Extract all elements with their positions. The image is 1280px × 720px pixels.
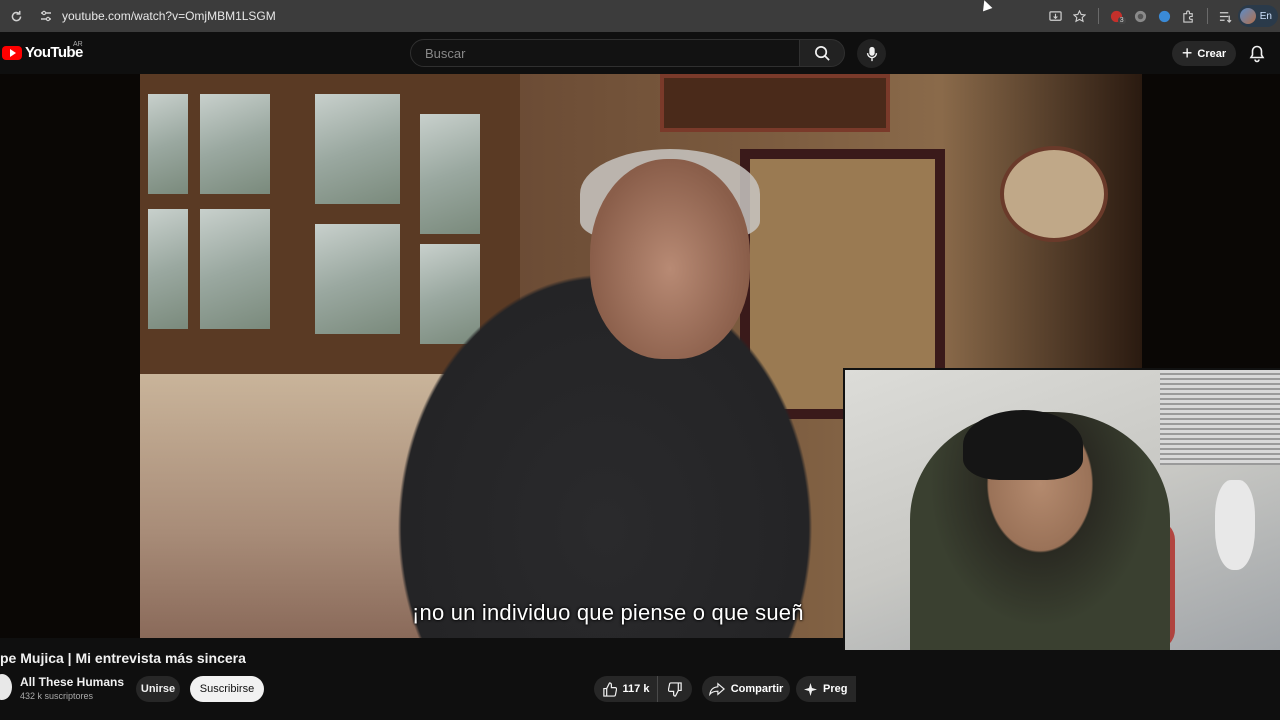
notifications-button[interactable] bbox=[1245, 42, 1269, 66]
url-text[interactable]: youtube.com/watch?v=OmjMBM1LSGM bbox=[62, 9, 276, 23]
extension-badge: 3 bbox=[1117, 17, 1126, 24]
share-button[interactable]: Compartir bbox=[702, 676, 790, 702]
like-dislike-group: 117 k bbox=[594, 676, 692, 702]
webcam-overlay bbox=[843, 368, 1280, 650]
install-app-icon[interactable] bbox=[1044, 0, 1068, 32]
channel-avatar[interactable] bbox=[0, 674, 12, 700]
video-title: pe Mujica | Mi entrevista más sincera bbox=[0, 650, 246, 666]
youtube-play-icon bbox=[2, 45, 22, 60]
reload-icon[interactable] bbox=[0, 0, 32, 32]
video-subtitle: ¡no un individuo que piense o que sueñ bbox=[412, 600, 804, 625]
search-button[interactable] bbox=[799, 39, 845, 67]
like-button[interactable]: 117 k bbox=[594, 676, 658, 702]
divider bbox=[1206, 8, 1208, 24]
create-button[interactable]: + Crear bbox=[1172, 41, 1236, 66]
extension-blue-icon[interactable] bbox=[1153, 0, 1177, 32]
join-button[interactable]: Unirse bbox=[136, 676, 180, 702]
voice-search-button[interactable] bbox=[857, 39, 886, 68]
site-settings-icon[interactable] bbox=[38, 8, 54, 24]
video-info: pe Mujica | Mi entrevista más sincera Al… bbox=[0, 638, 856, 720]
browser-toolbar: youtube.com/watch?v=OmjMBM1LSGM 3 En bbox=[0, 0, 1280, 32]
guitar bbox=[1215, 480, 1255, 570]
plus-icon: + bbox=[1181, 42, 1193, 63]
create-label: Crear bbox=[1197, 47, 1227, 60]
browser-actions: 3 En bbox=[1044, 0, 1280, 32]
share-label: Compartir bbox=[730, 683, 784, 695]
wall-shelf bbox=[660, 74, 890, 132]
search-icon bbox=[814, 45, 830, 61]
like-count: 117 k bbox=[622, 683, 650, 695]
country-code: AR bbox=[73, 41, 83, 48]
dislike-button[interactable] bbox=[658, 676, 692, 702]
extension-adblock-icon[interactable]: 3 bbox=[1105, 0, 1129, 32]
decorative-plate bbox=[1000, 146, 1108, 242]
youtube-logo[interactable]: YouTube AR bbox=[2, 41, 83, 61]
thumbs-down-icon bbox=[667, 681, 682, 697]
profile-button[interactable]: En bbox=[1237, 5, 1278, 27]
window-blinds bbox=[1160, 370, 1280, 465]
search-box bbox=[410, 39, 800, 67]
divider bbox=[1097, 8, 1099, 24]
address-bar[interactable]: youtube.com/watch?v=OmjMBM1LSGM bbox=[38, 4, 276, 28]
share-icon bbox=[708, 682, 725, 696]
extensions-puzzle-icon[interactable] bbox=[1177, 0, 1201, 32]
ask-button[interactable]: Preg bbox=[796, 676, 856, 702]
subscriber-count: 432 k suscriptores bbox=[20, 691, 94, 701]
bookmark-star-icon[interactable] bbox=[1068, 0, 1092, 32]
sparkle-icon bbox=[804, 682, 817, 696]
ask-label: Preg bbox=[823, 683, 848, 695]
streamer-hair bbox=[963, 410, 1083, 480]
microphone-icon bbox=[866, 46, 877, 61]
youtube-header: YouTube AR + Crear bbox=[0, 32, 1280, 74]
reading-list-icon[interactable] bbox=[1214, 0, 1238, 32]
profile-avatar bbox=[1239, 8, 1256, 24]
bell-icon bbox=[1249, 45, 1265, 63]
channel-name[interactable]: All These Humans bbox=[20, 675, 124, 689]
subscribe-button[interactable]: Suscribirse bbox=[190, 676, 264, 702]
profile-label: En bbox=[1259, 10, 1272, 22]
search-input[interactable] bbox=[423, 44, 787, 62]
thumbs-up-icon bbox=[602, 681, 617, 697]
extension-globe-icon[interactable] bbox=[1129, 0, 1153, 32]
interviewee-head bbox=[590, 159, 750, 359]
